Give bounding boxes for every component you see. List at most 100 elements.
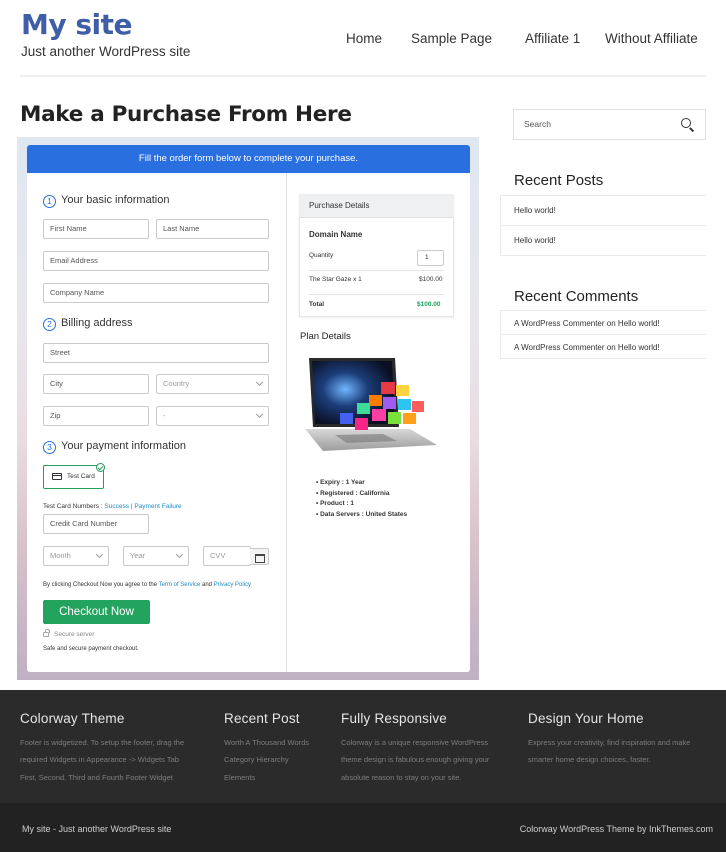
state-select-value: - <box>163 411 166 420</box>
quantity-input[interactable]: 1 <box>417 250 444 266</box>
nav-item-affiliate-1[interactable]: Affiliate 1 <box>525 31 580 46</box>
footer-link[interactable]: Category Hierarchy <box>224 751 309 768</box>
company-input[interactable]: Company Name <box>43 283 269 303</box>
comment-author-link[interactable]: A WordPress Commenter <box>514 343 605 352</box>
terms-and: and <box>201 582 212 588</box>
comment-on: on <box>606 343 616 352</box>
step-label: Billing address <box>61 317 133 329</box>
comment-post-link[interactable]: Hello world! <box>618 319 660 328</box>
footer-text-line: Express your creativity, find inspiratio… <box>528 738 691 747</box>
first-name-input[interactable]: First Name <box>43 219 149 239</box>
email-input[interactable]: Email Address <box>43 251 269 271</box>
sidebar-divider <box>500 358 706 359</box>
footer-col1-text: Footer is widgetized. To setup the foote… <box>20 734 184 786</box>
card-number-input[interactable]: Credit Card Number <box>43 514 149 534</box>
step-number-icon: 2 <box>43 318 56 331</box>
country-select[interactable]: Country <box>156 374 269 394</box>
item-name: The Star Gaze x 1 <box>309 276 362 283</box>
step-label: Your basic information <box>61 194 170 206</box>
credit-card-icon <box>52 473 62 480</box>
header-divider <box>20 75 706 77</box>
footer-credit[interactable]: Colorway WordPress Theme by InkThemes.co… <box>520 824 713 834</box>
last-name-input[interactable]: Last Name <box>156 219 269 239</box>
recent-comments-title: Recent Comments <box>514 288 639 305</box>
footer-text-line: Footer is widgetized. To setup the foote… <box>20 738 185 747</box>
success-link[interactable]: Success <box>104 503 129 510</box>
plan-detail-item: Product : 1 <box>316 499 407 510</box>
nav-item-sample-page[interactable]: Sample Page <box>411 31 492 46</box>
footer-col4-title: Design Your Home <box>528 711 644 726</box>
test-card-numbers-label: Test Card Numbers : <box>43 503 103 510</box>
comment-post-link[interactable]: Hello world! <box>618 343 660 352</box>
page: My site Just another WordPress site Home… <box>0 0 726 852</box>
recent-post-link[interactable]: Hello world! <box>514 206 556 215</box>
recent-posts-title: Recent Posts <box>514 172 604 189</box>
zip-input[interactable]: Zip <box>43 406 149 426</box>
comment-author-link[interactable]: A WordPress Commenter <box>514 319 605 328</box>
cvv-input[interactable]: CVV <box>203 546 251 566</box>
plan-detail-item: Data Servers : United States <box>316 510 407 521</box>
footer-col3-title: Fully Responsive <box>341 711 447 726</box>
recent-post-link[interactable]: Hello world! <box>514 236 556 245</box>
terms-prefix: By clicking Checkout Now you agree to th… <box>43 582 158 588</box>
recent-comment: A WordPress Commenter on Hello world! <box>514 343 660 352</box>
chevron-down-icon <box>255 378 264 387</box>
card-cvv-icon <box>250 548 269 565</box>
order-form-banner: Fill the order form below to complete yo… <box>27 145 470 173</box>
checkout-now-button[interactable]: Checkout Now <box>43 600 150 624</box>
city-input[interactable]: City <box>43 374 149 394</box>
item-price: $100.00 <box>419 276 443 283</box>
lock-icon <box>43 629 50 637</box>
recent-comment: A WordPress Commenter on Hello world! <box>514 319 660 328</box>
plan-details-list: Expiry : 1 Year Registered : California … <box>316 478 407 520</box>
checkmark-icon <box>96 463 105 472</box>
purchase-details-title: Purchase Details <box>299 194 454 218</box>
step-number-icon: 3 <box>43 441 56 454</box>
footer-link[interactable]: Elements <box>224 769 309 786</box>
footer-text-line: theme design is fabulous enough giving y… <box>341 755 490 765</box>
step-billing-address: 2 Billing address <box>43 317 133 331</box>
purchase-divider <box>309 270 444 271</box>
domain-name-label: Domain Name <box>309 230 363 239</box>
footer-text-line: absolute reason to stay on your site. <box>341 772 462 782</box>
chevron-down-icon <box>255 410 264 419</box>
footer-link[interactable]: Worth A Thousand Words <box>224 734 309 751</box>
site-title[interactable]: My site <box>21 8 133 41</box>
country-select-value: Country <box>163 379 190 388</box>
year-select[interactable]: Year <box>123 546 189 566</box>
footer-col3-text: Colorway is a unique responsive WordPres… <box>341 734 489 786</box>
footer-col2-text: Worth A Thousand Words Category Hierarch… <box>224 734 309 786</box>
secure-server-label: Secure server <box>54 631 95 638</box>
payment-failure-link[interactable]: Payment Failure <box>134 503 181 510</box>
footer-col2-title: Recent Post <box>224 711 300 726</box>
test-separator: | <box>130 503 133 510</box>
footer-copyright: My site - Just another WordPress site <box>22 824 172 834</box>
privacy-policy-link[interactable]: Privacy Policy <box>214 582 251 588</box>
site-header: My site Just another WordPress site Home… <box>0 0 726 78</box>
step-payment-info: 3 Your payment information <box>43 440 186 454</box>
terms-of-service-link[interactable]: Term of Service <box>159 582 201 588</box>
step-number-icon: 1 <box>43 195 56 208</box>
purchase-divider <box>309 294 444 295</box>
laptop-domains-image <box>305 358 437 451</box>
secure-checkout-note: Safe and secure payment checkout. <box>43 646 139 652</box>
step-basic-info: 1 Your basic information <box>43 194 169 208</box>
nav-item-without-affiliate[interactable]: Without Affiliate <box>605 31 698 46</box>
sidebar-divider <box>500 255 706 256</box>
state-select[interactable]: - <box>156 406 269 426</box>
test-card-label: Test Card <box>67 473 95 480</box>
total-value: $100.00 <box>417 301 441 308</box>
nav-item-home[interactable]: Home <box>346 31 382 46</box>
terms-note: By clicking Checkout Now you agree to th… <box>43 582 251 588</box>
test-card-option[interactable]: Test Card <box>43 465 104 489</box>
footer-col4-text: Express your creativity, find inspiratio… <box>528 734 690 769</box>
step-label: Your payment information <box>61 440 186 452</box>
search-input[interactable]: Search <box>513 109 706 140</box>
page-title: Make a Purchase From Here <box>20 102 352 127</box>
sidebar-divider <box>500 334 706 335</box>
street-input[interactable]: Street <box>43 343 269 363</box>
comment-on: on <box>606 319 616 328</box>
month-select[interactable]: Month <box>43 546 109 566</box>
footer-text-line: required Widgets in Appearance -> Widget… <box>20 755 179 765</box>
search-icon[interactable] <box>681 118 691 128</box>
